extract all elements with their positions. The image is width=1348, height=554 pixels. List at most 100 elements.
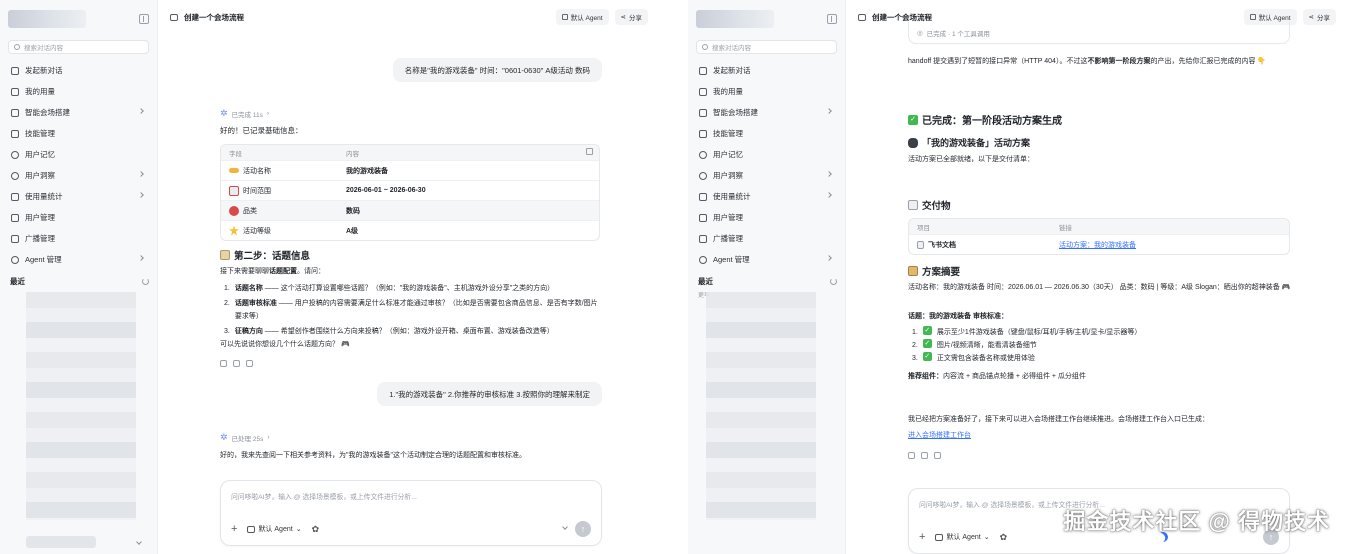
bot-icon [561, 14, 568, 20]
sidebar-item-label: Agent 管理 [25, 255, 62, 264]
sidebar-item-label: 技能管理 [25, 129, 55, 138]
search-input[interactable]: 搜索对话内容 [696, 40, 837, 54]
bot-icon [935, 533, 944, 541]
new-chat-icon [699, 66, 707, 75]
agent-select[interactable]: 默认 Agent ⌄ [247, 524, 302, 534]
sidebar-item-skills[interactable]: 技能管理 [8, 123, 149, 144]
list-number: 3. [912, 355, 918, 362]
thinking-status[interactable]: ✲ 已完成 11s › [220, 108, 269, 119]
thumbs-up-icon[interactable] [233, 360, 240, 367]
user-icon [699, 171, 707, 180]
star-icon [229, 225, 239, 236]
plus-icon[interactable]: + [231, 523, 237, 535]
thinking-text: 已完成 11s [231, 111, 263, 119]
chevron-right-icon [138, 108, 144, 114]
skill-icon[interactable]: ✿ [1000, 532, 1008, 543]
table-row: 活动名称 我的游戏装备 [221, 160, 599, 180]
chevron-down-icon: ⌄ [983, 534, 990, 541]
sidebar-item-users[interactable]: 用户管理 [696, 207, 837, 228]
section-heading: ✓ 已完成：第一阶段活动方案生成 [908, 112, 1062, 127]
copy-icon[interactable] [220, 360, 227, 367]
sidebar-nav: 发起新对话 我的用量 智能会场搭建 技能管理 用户记忆 用户洞察 使用量统计 用… [8, 60, 149, 270]
table-cell: 时间范围 [243, 187, 271, 195]
sidebar-item-users[interactable]: 用户管理 [8, 207, 149, 228]
sidebar-item-memory[interactable]: 用户记忆 [696, 144, 837, 165]
thumbs-down-icon[interactable] [934, 452, 941, 459]
section-heading-text: 方案摘要 [922, 267, 961, 278]
refresh-icon[interactable] [830, 277, 837, 285]
users-icon [699, 213, 707, 222]
thinking-status[interactable]: ✲ 已处理 25s › [220, 432, 270, 443]
collapse-sidebar-icon[interactable] [827, 14, 837, 24]
sidebar-item-insight[interactable]: 用户洞察 [696, 165, 837, 186]
recent-conversation-list[interactable] [26, 292, 136, 520]
composer-input[interactable]: 问问哆啦AI梦，输入 @ 选择场景模板，或上传文件进行分析... [231, 491, 417, 501]
share-icon: ⋖ [620, 14, 626, 21]
recent-header: 最近 [8, 272, 149, 290]
sidebar-item-venue-builder[interactable]: 智能会场搭建 [696, 102, 837, 123]
venue-icon [699, 108, 707, 117]
sidebar-item-broadcast[interactable]: 广播管理 [8, 228, 149, 249]
skill-icon[interactable]: ✿ [312, 524, 320, 535]
thumbs-down-icon[interactable] [246, 360, 253, 367]
copy-icon[interactable] [586, 148, 593, 155]
table-row: 活动等级 A级 [221, 220, 599, 240]
chat-icon [858, 13, 866, 21]
workbench-link[interactable]: 进入会场搭建工作台 [908, 432, 971, 439]
agent-select[interactable]: 默认 Agent ⌄ [935, 532, 990, 542]
section-heading-text: 「我的游戏装备」活动方案 [922, 138, 1031, 148]
document-icon [917, 240, 924, 249]
sidebar-item-skills[interactable]: 技能管理 [696, 123, 837, 144]
copy-icon[interactable] [908, 452, 915, 459]
agent-label: 默认 Agent [570, 15, 603, 22]
sidebar-item-label: 广播管理 [713, 234, 743, 243]
share-button[interactable]: ⋖ 分享 [614, 9, 648, 25]
doc-link[interactable]: 活动方案：我的游戏装备 [1059, 242, 1136, 249]
sidebar-item-agent[interactable]: Agent 管理 [696, 249, 837, 270]
sidebar-item-usage[interactable]: 我的用量 [8, 81, 149, 102]
search-input[interactable]: 搜索对话内容 [8, 40, 149, 54]
chevron-down-icon[interactable] [136, 539, 142, 545]
sidebar-item-agent[interactable]: Agent 管理 [8, 249, 149, 270]
page-title-text: 创建一个会场流程 [184, 12, 244, 22]
thumbs-up-icon[interactable] [921, 452, 928, 459]
sidebar-item-usage[interactable]: 我的用量 [696, 81, 837, 102]
composer[interactable]: 问问哆啦AI梦，输入 @ 选择场景模板，或上传文件进行分析... + 默认 Ag… [220, 480, 602, 546]
sidebar-item-stats[interactable]: 使用量统计 [8, 186, 149, 207]
users-icon [11, 213, 19, 222]
sidebar-item-new-chat[interactable]: 发起新对话 [696, 60, 837, 81]
message-actions [908, 452, 941, 459]
agent-button[interactable]: 默认 Agent [555, 9, 609, 25]
recent-conversation-list[interactable] [706, 292, 816, 520]
list-item: 3. 征稿方向 —— 希望创作者围绕什么方向来投稿？（例如：游戏外设开箱、桌面布置… [224, 325, 604, 338]
sidebar-item-label: 我的用量 [25, 87, 55, 96]
collapse-sidebar-icon[interactable] [139, 14, 149, 24]
table-header-cell: 项目 [917, 224, 930, 232]
sidebar-item-label: 我的用量 [713, 87, 743, 96]
sidebar-item-memory[interactable]: 用户记忆 [8, 144, 149, 165]
sidebar-item-insight[interactable]: 用户洞察 [8, 165, 149, 186]
sidebar-item-venue-builder[interactable]: 智能会场搭建 [8, 102, 149, 123]
list-number: 2. [224, 300, 230, 307]
list-item-text: 展示至少1件游戏装备（键盘/鼠标/耳机/手柄/主机/显卡/显示器等） [936, 329, 1142, 336]
table-cell: 飞书文档 [928, 241, 956, 249]
sidebar-item-stats[interactable]: 使用量统计 [696, 186, 837, 207]
check-mark-icon: ✓ [922, 339, 932, 348]
table-cell: A级 [346, 227, 359, 235]
list-item: 2. 话题审核标准 —— 用户投稿的内容需要满足什么标准才能通过审核？（比如是否需… [224, 297, 604, 323]
table-header-cell: 内容 [346, 150, 359, 158]
table-header: 字段 内容 [221, 145, 599, 160]
text-bold: 不影响第一阶段方案 [1087, 58, 1151, 65]
sidebar-item-broadcast[interactable]: 广播管理 [696, 228, 837, 249]
criteria-list: 1. ✓ 展示至少1件游戏装备（键盘/鼠标/耳机/手柄/主机/显卡/显示器等） 2.… [912, 326, 1141, 365]
send-button[interactable]: ↑ [575, 521, 591, 537]
list-number: 1. [912, 329, 918, 336]
venue-icon [11, 108, 19, 117]
share-label: 分享 [1317, 15, 1330, 22]
share-button[interactable]: ⋖ 分享 [1302, 9, 1336, 25]
refresh-icon[interactable] [142, 277, 149, 285]
plus-icon[interactable]: + [919, 531, 925, 543]
chevron-down-icon[interactable] [562, 524, 568, 530]
sidebar-item-new-chat[interactable]: 发起新对话 [8, 60, 149, 81]
avatar[interactable] [26, 536, 96, 548]
